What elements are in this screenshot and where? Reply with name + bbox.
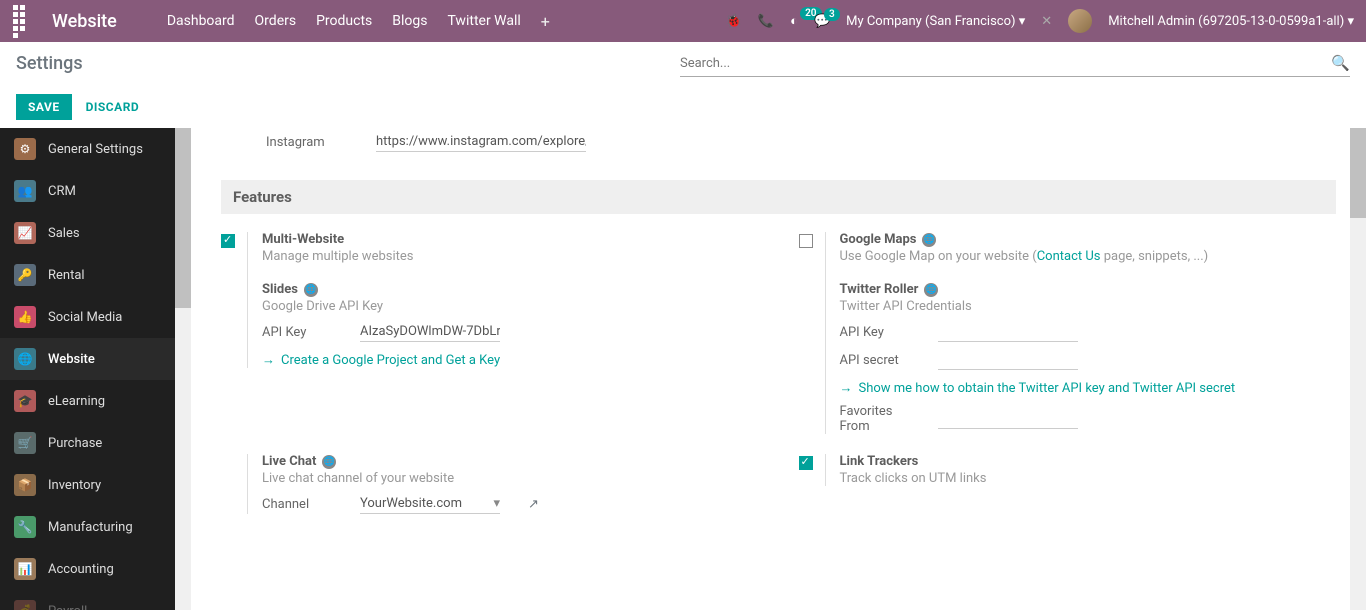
user-menu[interactable]: Mitchell Admin (697205-13-0-0599a1-all) … (1108, 14, 1354, 29)
slides-apikey-label: API Key (262, 325, 340, 340)
linktrackers-desc: Track clicks on UTM links (840, 471, 1337, 486)
twitter-title: Twitter Roller🌐 (840, 282, 1337, 297)
multiwebsite-title: Multi-Website (262, 232, 759, 247)
sidebar-item-general[interactable]: ⚙General Settings (0, 128, 175, 170)
multiwebsite-checkbox[interactable] (221, 234, 235, 248)
googlemaps-desc: Use Google Map on your website (Contact … (840, 249, 1337, 264)
sidebar-scrollbar[interactable] (175, 128, 191, 610)
avatar (1068, 9, 1092, 33)
chat-icon[interactable]: 💬3 (814, 14, 830, 29)
twitter-favorites-input[interactable] (938, 409, 1078, 429)
contact-us-link[interactable]: Contact Us (1037, 249, 1101, 264)
globe-icon: 🌐 (322, 455, 336, 469)
livechat-channel-label: Channel (262, 497, 340, 512)
action-bar: SAVE DISCARD (0, 86, 1366, 128)
search-box[interactable]: 🔍 (680, 50, 1350, 77)
twitter-desc: Twitter API Credentials (840, 299, 1337, 314)
instagram-label: Instagram (266, 135, 336, 150)
twitter-favorites-label: Favorites From (840, 404, 918, 434)
features-header: Features (221, 180, 1336, 214)
nav-blogs[interactable]: Blogs (392, 13, 427, 29)
googlemaps-checkbox[interactable] (799, 234, 813, 248)
linktrackers-title: Link Trackers (840, 454, 1337, 469)
sidebar-item-elearning[interactable]: 🎓eLearning (0, 380, 175, 422)
twitter-apikey-label: API Key (840, 325, 918, 340)
tools-icon[interactable]: ✕ (1041, 14, 1052, 29)
sidebar-item-website[interactable]: 🌐Website (0, 338, 175, 380)
instagram-input[interactable] (376, 132, 586, 152)
sidebar-item-purchase[interactable]: 🛒Purchase (0, 422, 175, 464)
discard-button[interactable]: DISCARD (86, 100, 140, 114)
phone-icon[interactable]: 📞 (758, 14, 774, 29)
slides-create-link[interactable]: → Create a Google Project and Get a Key (262, 352, 759, 368)
livechat-desc: Live chat channel of your website (262, 471, 759, 486)
livechat-channel-select[interactable]: YourWebsite.com▾ (360, 494, 500, 514)
slides-title: Slides🌐 (262, 282, 759, 297)
googlemaps-title: Google Maps🌐 (840, 232, 1337, 247)
nav-menu: Dashboard Orders Products Blogs Twitter … (167, 13, 521, 29)
multiwebsite-desc: Manage multiple websites (262, 249, 759, 264)
chat-badge: 3 (824, 8, 840, 21)
save-button[interactable]: SAVE (16, 94, 72, 120)
globe-icon: 🌐 (922, 233, 936, 247)
linktrackers-checkbox[interactable] (799, 456, 813, 470)
settings-sidebar: ⚙General Settings 👥CRM 📈Sales 🔑Rental 👍S… (0, 128, 175, 610)
sidebar-item-accounting[interactable]: 📊Accounting (0, 548, 175, 590)
globe-icon: 🌐 (924, 283, 938, 297)
external-link-icon[interactable]: ↗ (528, 497, 539, 512)
globe-icon: 🌐 (304, 283, 318, 297)
bug-icon[interactable]: 🐞 (726, 14, 742, 29)
toolbar: Settings 🔍 (0, 42, 1366, 86)
sidebar-item-rental[interactable]: 🔑Rental (0, 254, 175, 296)
livechat-title: Live Chat🌐 (262, 454, 759, 469)
sidebar-item-sales[interactable]: 📈Sales (0, 212, 175, 254)
twitter-apisecret-input[interactable] (938, 350, 1078, 370)
add-menu-icon[interactable]: + (541, 12, 550, 31)
settings-content: Instagram Features Multi-Website Manage … (191, 128, 1366, 610)
content-scrollbar[interactable] (1350, 128, 1366, 610)
slides-apikey-input[interactable] (360, 322, 500, 342)
top-navbar: Website Dashboard Orders Products Blogs … (0, 0, 1366, 42)
sidebar-item-payroll[interactable]: 💰Payroll (0, 590, 175, 610)
company-switcher[interactable]: My Company (San Francisco) ▾ (846, 14, 1025, 29)
sidebar-item-social[interactable]: 👍Social Media (0, 296, 175, 338)
search-icon[interactable]: 🔍 (1331, 54, 1350, 72)
nav-products[interactable]: Products (316, 13, 372, 29)
sidebar-item-manufacturing[interactable]: 🔧Manufacturing (0, 506, 175, 548)
sidebar-item-crm[interactable]: 👥CRM (0, 170, 175, 212)
nav-dashboard[interactable]: Dashboard (167, 13, 235, 29)
sidebar-item-inventory[interactable]: 📦Inventory (0, 464, 175, 506)
search-input[interactable] (680, 56, 1331, 71)
nav-orders[interactable]: Orders (255, 13, 297, 29)
twitter-apikey-input[interactable] (938, 322, 1078, 342)
breadcrumb: Settings (16, 53, 83, 74)
brand-title: Website (52, 11, 117, 32)
apps-launcher-icon[interactable] (12, 11, 32, 31)
twitter-howto-link[interactable]: → Show me how to obtain the Twitter API … (840, 380, 1337, 396)
nav-twitterwall[interactable]: Twitter Wall (447, 13, 520, 29)
clock-icon[interactable]: ◐20 (790, 13, 798, 29)
twitter-apisecret-label: API secret (840, 353, 918, 368)
slides-desc: Google Drive API Key (262, 299, 759, 314)
